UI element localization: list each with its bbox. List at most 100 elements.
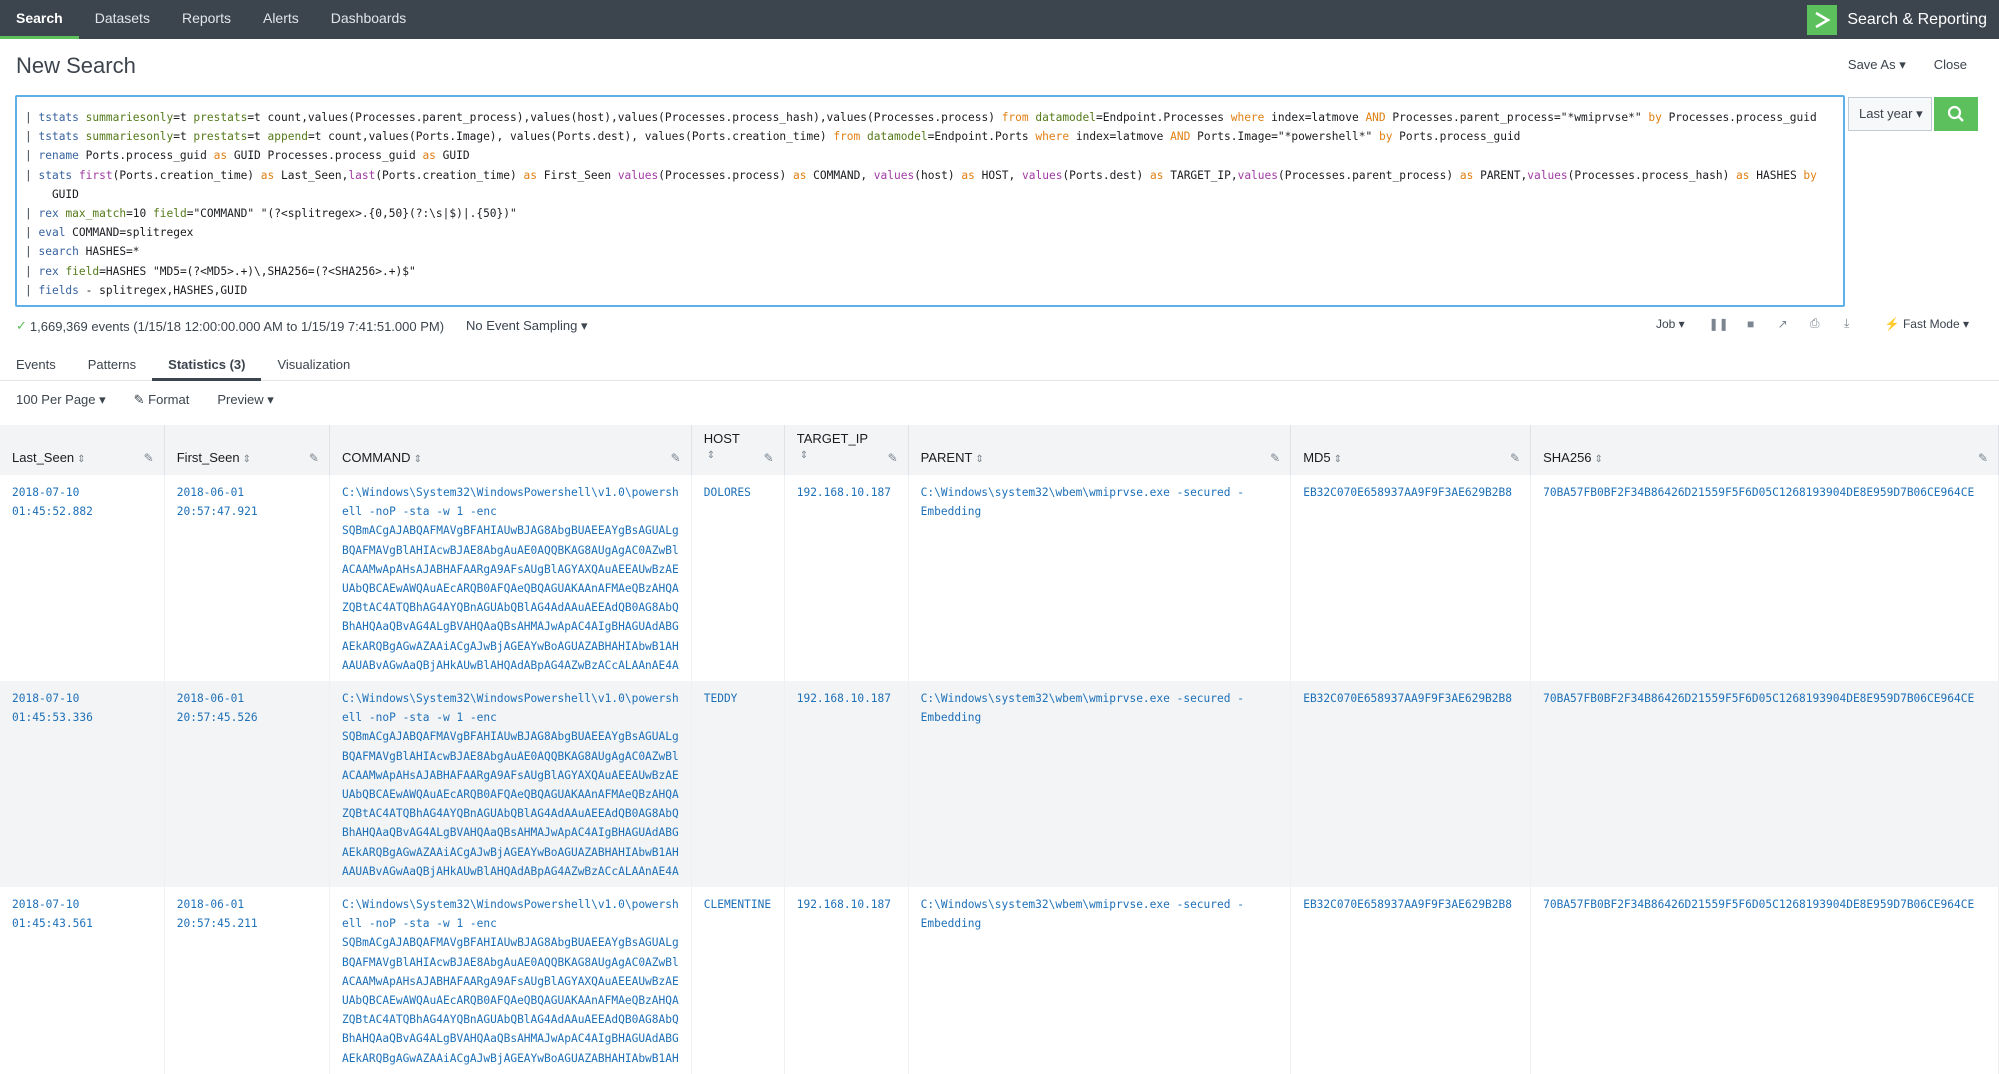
- tab-statistics[interactable]: Statistics (3): [152, 347, 262, 381]
- print-icon[interactable]: ⎙: [1799, 316, 1831, 331]
- preview-dropdown[interactable]: Preview ▾: [217, 392, 273, 408]
- sort-icon[interactable]: ⇕: [707, 450, 715, 461]
- per-page-dropdown[interactable]: 100 Per Page ▾: [16, 392, 106, 408]
- event-sampling-dropdown[interactable]: No Event Sampling ▾: [466, 318, 587, 334]
- column-header-target-ip[interactable]: TARGET_IP ⇕ ✎: [784, 425, 909, 475]
- cell-md5[interactable]: EB32C070E658937AA9F9F3AE629B2B8: [1290, 887, 1532, 1074]
- pause-icon[interactable]: ❚❚: [1703, 317, 1735, 331]
- stop-icon[interactable]: ■: [1735, 317, 1767, 331]
- spl-line: | rex field=HASHES "MD5=(?<MD5>.+)\,SHA2…: [25, 264, 416, 278]
- table-row: 2018-07-10 01:45:52.882 2018-06-01 20:57:…: [0, 475, 1999, 682]
- cell-last-seen[interactable]: 2018-07-10 01:45:52.882: [0, 475, 165, 682]
- tab-patterns[interactable]: Patterns: [72, 347, 152, 381]
- search-mode-dropdown[interactable]: ⚡ Fast Mode ▾: [1885, 317, 1969, 331]
- search-mode-label: Fast Mode ▾: [1902, 316, 1969, 331]
- search-icon: [1947, 105, 1964, 122]
- cell-host[interactable]: CLEMENTINE: [691, 887, 785, 1074]
- column-label: TARGET_IP: [796, 431, 868, 446]
- cell-sha256[interactable]: 70BA57FB0BF2F34B86426D21559F5F6D05C12681…: [1530, 887, 1999, 1074]
- spl-line: GUID: [25, 187, 79, 201]
- column-label: First_Seen: [176, 450, 240, 465]
- column-header-command[interactable]: COMMAND ⇕ ✎: [329, 425, 692, 475]
- cell-target-ip[interactable]: 192.168.10.187: [784, 475, 909, 682]
- cell-first-seen[interactable]: 2018-06-01 20:57:47.921: [164, 475, 330, 682]
- cell-last-seen[interactable]: 2018-07-10 01:45:53.336: [0, 681, 165, 888]
- cell-command[interactable]: C:\Windows\System32\WindowsPowershell\v1…: [329, 681, 692, 888]
- spl-line: | stats first(Ports.creation_time) as La…: [25, 168, 1817, 182]
- app-brand[interactable]: Search & Reporting: [1807, 0, 1987, 39]
- sort-icon[interactable]: ⇕: [975, 454, 983, 465]
- app-logo-icon: [1807, 4, 1838, 35]
- nav-reports[interactable]: Reports: [166, 0, 247, 39]
- column-header-host[interactable]: HOST ⇕ ✎: [691, 425, 785, 475]
- time-range-picker[interactable]: Last year ▾: [1848, 97, 1932, 131]
- spl-text[interactable]: | tstats summariesonly=t prestats=t coun…: [17, 97, 1843, 300]
- column-label: MD5: [1303, 450, 1331, 465]
- column-label: HOST: [703, 431, 740, 446]
- column-label: Last_Seen: [12, 450, 75, 465]
- cell-command[interactable]: C:\Windows\System32\WindowsPowershell\v1…: [329, 887, 692, 1074]
- cell-md5[interactable]: EB32C070E658937AA9F9F3AE629B2B8: [1290, 475, 1532, 682]
- nav-dashboards[interactable]: Dashboards: [315, 0, 423, 39]
- column-header-last-seen[interactable]: Last_Seen ⇕ ✎: [0, 425, 165, 475]
- statistics-table: Last_Seen ⇕ ✎ First_Seen ⇕ ✎ COMMAND ⇕ ✎ HOST ⇕ ✎ TA…: [0, 425, 1999, 1074]
- column-label: PARENT: [920, 450, 973, 465]
- tab-visualization[interactable]: Visualization: [261, 347, 366, 381]
- sort-icon[interactable]: ⇕: [414, 454, 422, 465]
- export-icon[interactable]: ⤓: [1831, 316, 1863, 331]
- edit-column-icon[interactable]: ✎: [144, 451, 154, 465]
- sort-icon[interactable]: ⇕: [1334, 454, 1342, 465]
- nav-datasets[interactable]: Datasets: [79, 0, 166, 39]
- top-nav: Search Datasets Reports Alerts Dashboard…: [0, 0, 1999, 39]
- job-menu[interactable]: Job ▾: [1656, 317, 1685, 331]
- cell-sha256[interactable]: 70BA57FB0BF2F34B86426D21559F5F6D05C12681…: [1530, 475, 1999, 682]
- sort-icon[interactable]: ⇕: [243, 454, 251, 465]
- cell-first-seen[interactable]: 2018-06-01 20:57:45.526: [164, 681, 330, 888]
- table-header-row: Last_Seen ⇕ ✎ First_Seen ⇕ ✎ COMMAND ⇕ ✎ HOST ⇕ ✎ TA…: [0, 425, 1999, 475]
- sort-icon[interactable]: ⇕: [800, 450, 808, 461]
- edit-column-icon[interactable]: ✎: [764, 451, 774, 465]
- cell-target-ip[interactable]: 192.168.10.187: [784, 887, 909, 1074]
- share-icon[interactable]: ↗: [1767, 317, 1799, 331]
- edit-column-icon[interactable]: ✎: [671, 451, 681, 465]
- nav-alerts[interactable]: Alerts: [247, 0, 315, 39]
- cell-target-ip[interactable]: 192.168.10.187: [784, 681, 909, 888]
- column-label: SHA256: [1543, 450, 1592, 465]
- search-query-editor[interactable]: | tstats summariesonly=t prestats=t coun…: [15, 95, 1845, 307]
- cell-command[interactable]: C:\Windows\System32\WindowsPowershell\v1…: [329, 475, 692, 682]
- table-row: 2018-07-10 01:45:43.561 2018-06-01 20:57:…: [0, 887, 1999, 1074]
- cell-parent[interactable]: C:\Windows\system32\wbem\wmiprvse.exe -s…: [908, 681, 1292, 888]
- cell-first-seen[interactable]: 2018-06-01 20:57:45.211: [164, 887, 330, 1074]
- cell-parent[interactable]: C:\Windows\system32\wbem\wmiprvse.exe -s…: [908, 887, 1292, 1074]
- cell-sha256[interactable]: 70BA57FB0BF2F34B86426D21559F5F6D05C12681…: [1530, 681, 1999, 888]
- cell-last-seen[interactable]: 2018-07-10 01:45:43.561: [0, 887, 165, 1074]
- edit-column-icon[interactable]: ✎: [1978, 451, 1988, 465]
- tab-events[interactable]: Events: [0, 347, 72, 381]
- column-header-sha256[interactable]: SHA256 ⇕ ✎: [1530, 425, 1999, 475]
- edit-column-icon[interactable]: ✎: [888, 451, 898, 465]
- spl-line: | tstats summariesonly=t prestats=t appe…: [25, 130, 1521, 144]
- format-button[interactable]: ✎ Format: [134, 392, 190, 408]
- edit-column-icon[interactable]: ✎: [1510, 451, 1520, 465]
- edit-column-icon[interactable]: ✎: [309, 451, 319, 465]
- sort-icon[interactable]: ⇕: [1595, 454, 1603, 465]
- column-header-first-seen[interactable]: First_Seen ⇕ ✎: [164, 425, 330, 475]
- column-header-md5[interactable]: MD5 ⇕ ✎: [1290, 425, 1532, 475]
- format-label: Format: [148, 392, 190, 407]
- sort-icon[interactable]: ⇕: [77, 454, 85, 465]
- edit-column-icon[interactable]: ✎: [1270, 451, 1280, 465]
- event-count: 1,669,369 events (1/15/18 12:00:00.000 A…: [29, 318, 445, 334]
- job-controls: Job ▾ ❚❚ ■ ↗ ⎙ ⤓ ⚡ Fast Mode ▾: [1656, 316, 1969, 331]
- cell-md5[interactable]: EB32C070E658937AA9F9F3AE629B2B8: [1290, 681, 1532, 888]
- search-button[interactable]: [1934, 97, 1978, 131]
- cell-host[interactable]: TEDDY: [691, 681, 785, 888]
- spl-line: | rename Ports.process_guid as GUID Proc…: [25, 149, 470, 163]
- close-button[interactable]: Close: [1934, 57, 1967, 73]
- nav-search[interactable]: Search: [0, 0, 79, 39]
- save-as-button[interactable]: Save As ▾: [1848, 57, 1906, 73]
- cell-parent[interactable]: C:\Windows\system32\wbem\wmiprvse.exe -s…: [908, 475, 1292, 682]
- column-header-parent[interactable]: PARENT ⇕ ✎: [908, 425, 1292, 475]
- cell-host[interactable]: DOLORES: [691, 475, 785, 682]
- table-body: 2018-07-10 01:45:52.882 2018-06-01 20:57:…: [0, 475, 1999, 1074]
- spl-line: | fields - splitregex,HASHES,GUID: [25, 283, 248, 297]
